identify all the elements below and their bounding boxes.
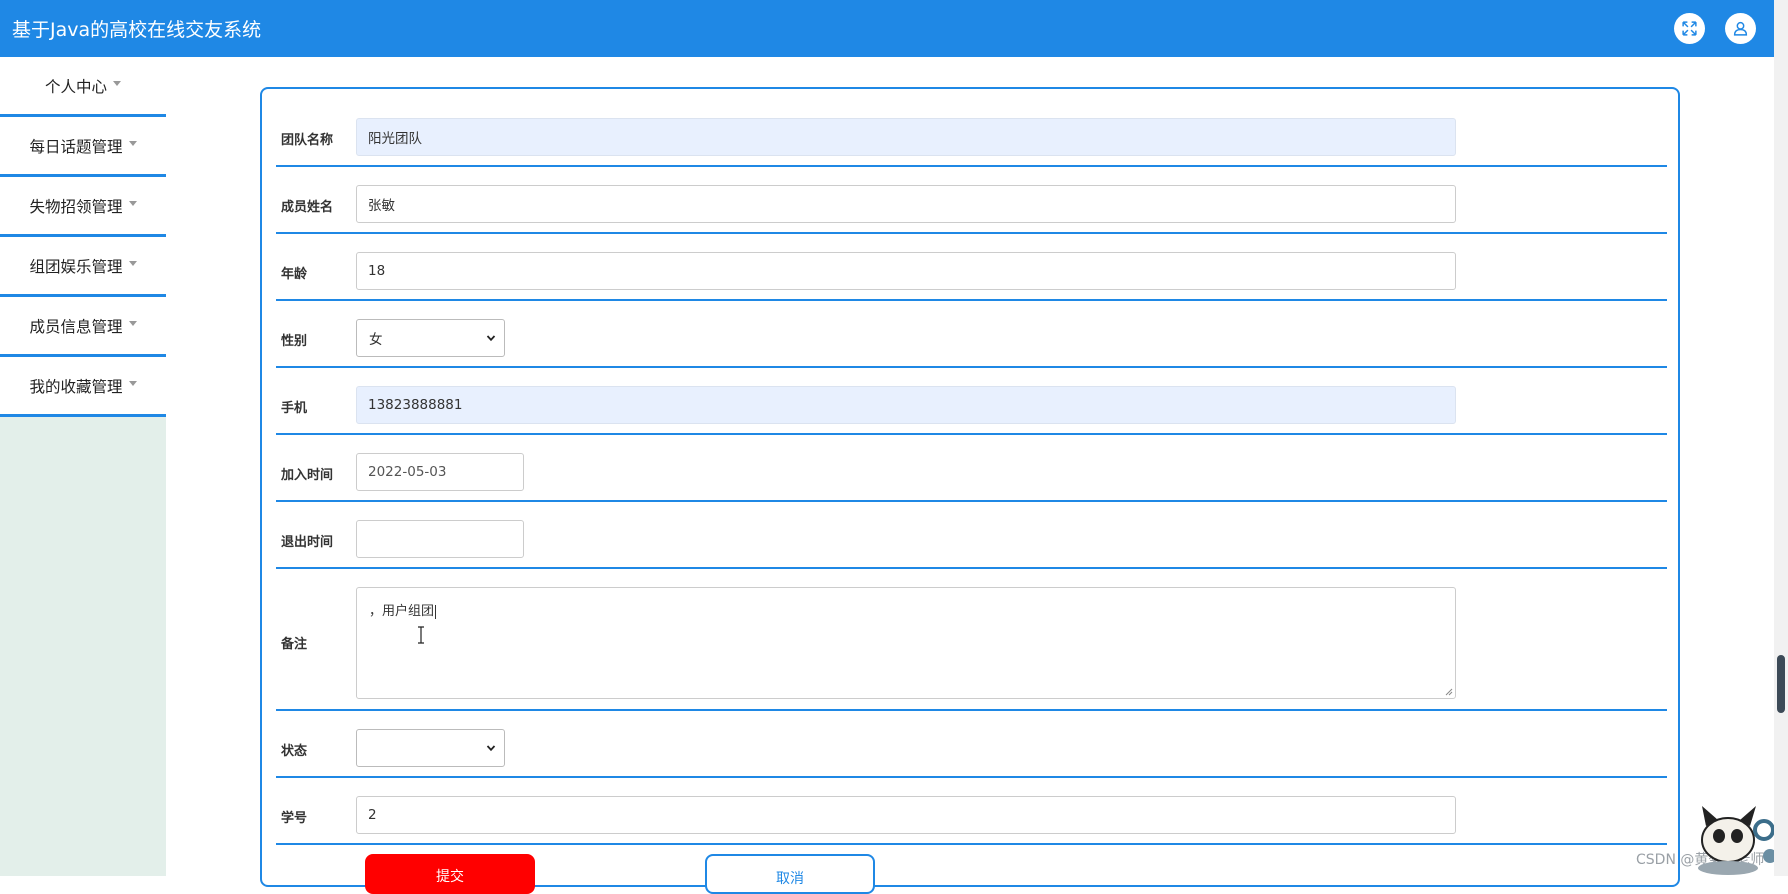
caret-down-icon: [128, 321, 137, 326]
member-name-label: 成员姓名: [281, 200, 334, 215]
remarks-textarea[interactable]: ，用户组团: [356, 587, 1456, 699]
sidebar-item-label: 组团娱乐管理: [29, 257, 123, 276]
caret-down-icon: [128, 201, 137, 206]
sidebar-item-lost-found[interactable]: 失物招领管理: [0, 177, 166, 237]
student-id-label: 学号: [281, 811, 308, 826]
form-row-member-name: 成员姓名 张敏: [276, 167, 1667, 234]
phone-input[interactable]: 13823888881: [356, 386, 1456, 424]
team-name-label: 团队名称: [281, 133, 334, 148]
remarks-text: ，用户组团: [369, 604, 435, 619]
cancel-button[interactable]: 取消: [705, 854, 875, 894]
submit-button[interactable]: 提交: [365, 854, 535, 894]
top-actions: [1674, 13, 1756, 44]
text-cursor-icon: [418, 626, 424, 644]
sidebar-item-label: 每日话题管理: [29, 137, 123, 156]
status-label: 状态: [281, 744, 308, 759]
user-icon: [1733, 21, 1748, 36]
join-time-label: 加入时间: [281, 468, 334, 483]
form-row-gender: 性别 女: [276, 301, 1667, 368]
exit-time-input[interactable]: [356, 520, 524, 558]
page-scrollbar[interactable]: [1774, 0, 1788, 876]
app-title: 基于Java的高校在线交友系统: [12, 19, 262, 41]
sidebar-item-my-favorites[interactable]: 我的收藏管理: [0, 357, 166, 417]
sidebar-item-personal-center[interactable]: 个人中心: [0, 57, 166, 117]
gender-select-value: 女: [369, 332, 383, 348]
form-row-phone: 手机 13823888881: [276, 368, 1667, 435]
sidebar-item-member-info[interactable]: 成员信息管理: [0, 297, 166, 357]
gender-select[interactable]: 女: [356, 319, 505, 357]
sidebar-item-daily-topics[interactable]: 每日话题管理: [0, 117, 166, 177]
join-time-input[interactable]: 2022-05-03: [356, 453, 524, 491]
sidebar: 个人中心 每日话题管理 失物招领管理 组团娱乐管理 成员信息管理 我的收藏管理: [0, 57, 166, 876]
caret-down-icon: [128, 141, 137, 146]
form-row-exit-time: 退出时间: [276, 502, 1667, 569]
mascot-sticker: [1698, 806, 1777, 875]
form-row-status: 状态: [276, 711, 1667, 778]
chevron-down-icon: [486, 745, 496, 752]
form-row-remarks: 备注 ，用户组团: [276, 569, 1667, 711]
form-row-join-time: 加入时间 2022-05-03: [276, 435, 1667, 502]
sidebar-item-label: 成员信息管理: [29, 317, 123, 336]
form-row-team-name: 团队名称 阳光团队: [276, 89, 1667, 167]
caret-down-icon: [128, 381, 137, 386]
team-name-input[interactable]: 阳光团队: [356, 118, 1456, 156]
phone-label: 手机: [281, 401, 308, 416]
sidebar-item-label: 失物招领管理: [29, 197, 123, 216]
form-row-age: 年龄 18: [276, 234, 1667, 301]
sidebar-item-group-entertainment[interactable]: 组团娱乐管理: [0, 237, 166, 297]
fullscreen-button[interactable]: [1674, 13, 1705, 44]
user-button[interactable]: [1725, 13, 1756, 44]
edit-form-card: 团队名称 阳光团队 成员姓名 张敏 年龄 18 性别 女 手机 13823888…: [260, 87, 1680, 887]
caret-down-icon: [128, 261, 137, 266]
caret-down-icon: [113, 81, 121, 86]
sidebar-item-label: 个人中心: [44, 77, 107, 96]
scrollbar-thumb[interactable]: [1777, 655, 1785, 713]
member-name-input[interactable]: 张敏: [356, 185, 1456, 223]
resize-grip-icon[interactable]: [1445, 688, 1453, 696]
gender-label: 性别: [281, 334, 308, 349]
top-bar: 基于Java的高校在线交友系统: [0, 0, 1774, 57]
chevron-down-icon: [486, 335, 496, 342]
status-select[interactable]: [356, 729, 505, 767]
age-input[interactable]: 18: [356, 252, 1456, 290]
exit-time-label: 退出时间: [281, 535, 334, 550]
sidebar-item-label: 我的收藏管理: [29, 377, 123, 396]
age-label: 年龄: [281, 267, 308, 282]
text-caret: [435, 604, 437, 619]
student-id-input[interactable]: 2: [356, 796, 1456, 834]
fullscreen-icon: [1682, 21, 1697, 36]
form-row-student-id: 学号 2: [276, 778, 1667, 845]
remarks-label: 备注: [281, 637, 308, 652]
